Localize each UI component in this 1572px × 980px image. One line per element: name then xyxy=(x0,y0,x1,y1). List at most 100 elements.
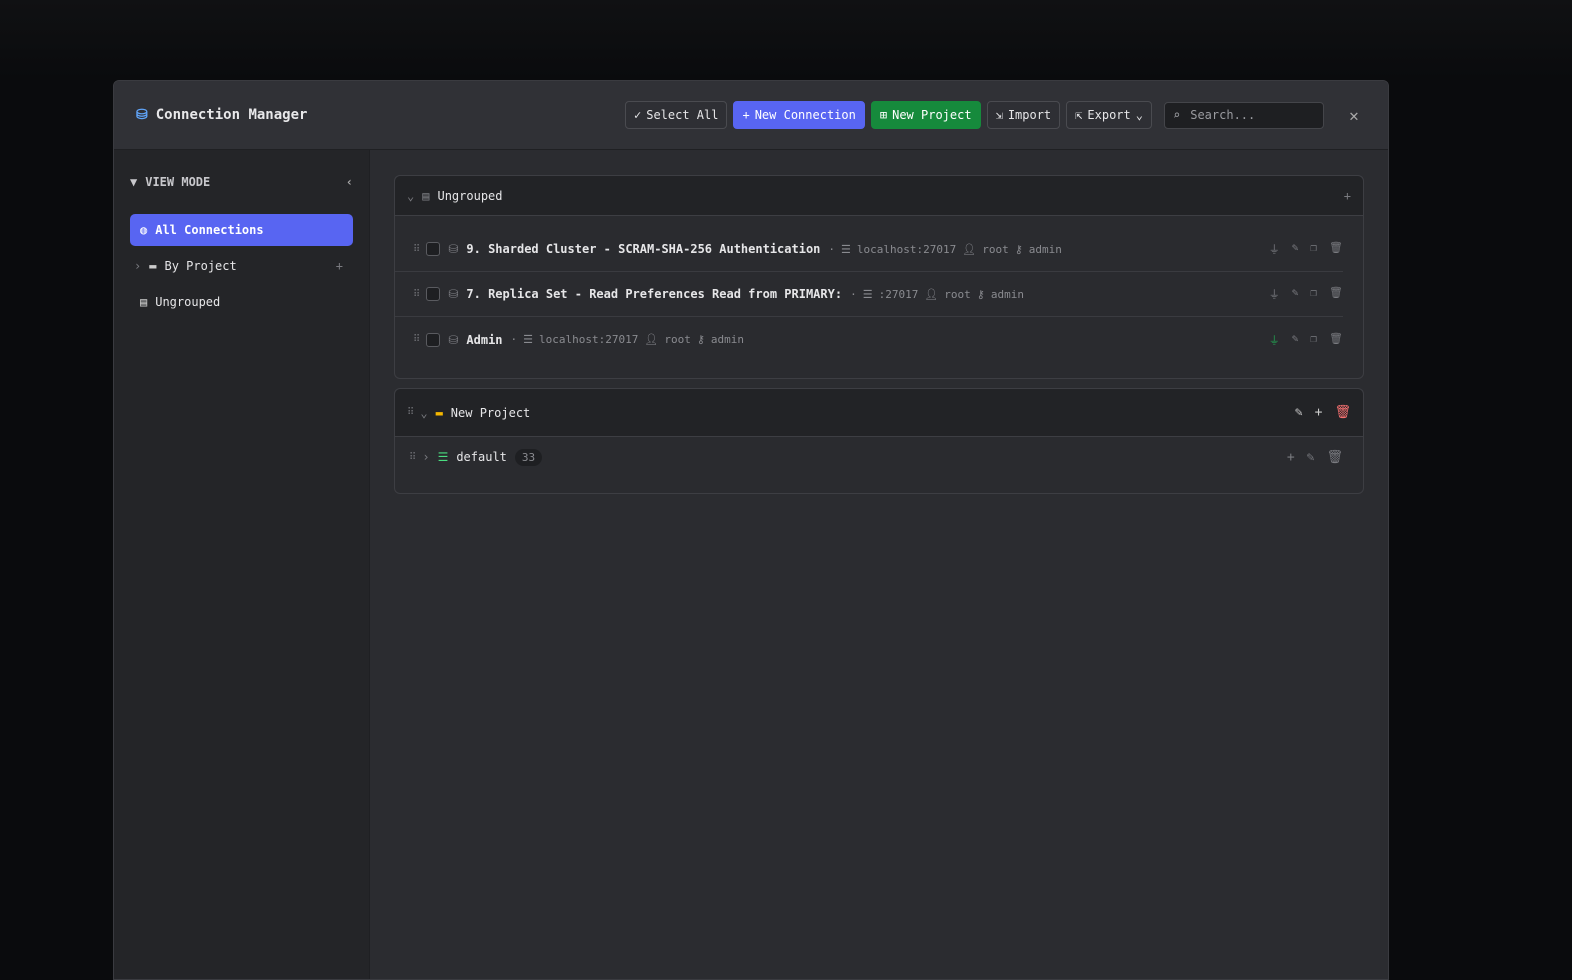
separator: · xyxy=(510,333,518,346)
sidebar-item-by-project[interactable]: › ▬ By Project + xyxy=(130,250,353,282)
select-all-button[interactable]: ✓ Select All xyxy=(624,101,728,129)
drag-handle-icon[interactable]: ⠿ xyxy=(407,407,414,418)
box-icon: ▤ xyxy=(422,188,430,203)
drag-handle-icon[interactable]: ⠿ xyxy=(413,334,420,345)
delete-project-icon[interactable]: 🗑 xyxy=(1334,405,1351,420)
import-button[interactable]: ⇲ Import xyxy=(986,101,1061,129)
search-input[interactable]: ⌕ Search... xyxy=(1164,101,1324,129)
environment-name: default xyxy=(456,450,507,464)
edit-icon[interactable]: ✎ xyxy=(1292,332,1299,348)
user-icon: 👤︎ xyxy=(924,287,939,301)
chevron-right-icon: › xyxy=(134,259,142,273)
dialog-title: Connection Manager xyxy=(155,107,308,123)
connect-plug-icon[interactable]: ⏚ xyxy=(1269,332,1280,348)
group-title: Ungrouped xyxy=(437,188,503,203)
chevron-right-icon[interactable]: › xyxy=(422,450,429,464)
connection-checkbox[interactable] xyxy=(426,332,441,347)
drag-handle-icon[interactable]: ⠿ xyxy=(413,244,420,255)
key-icon: ⚷ xyxy=(976,287,985,301)
connection-name: 9. Sharded Cluster - SCRAM-SHA-256 Authe… xyxy=(466,242,821,256)
duplicate-icon[interactable]: ❐ xyxy=(1310,286,1317,302)
connection-row[interactable]: ⠿ ⛁ 7. Replica Set - Read Preferences Read… xyxy=(395,272,1343,317)
globe-icon: ◍ xyxy=(140,223,148,237)
new-project-button[interactable]: ⊞ New Project xyxy=(870,101,981,129)
chevron-down-icon: ⌄ xyxy=(1135,108,1143,122)
new-connection-button[interactable]: + New Connection xyxy=(733,101,865,129)
close-icon[interactable]: ✕ xyxy=(1344,106,1364,125)
separator: · xyxy=(850,287,857,301)
delete-icon[interactable]: 🗑 xyxy=(1329,332,1343,348)
dialog-header: ⛁ Connection Manager ✓ Select All + New Con… xyxy=(114,81,1388,150)
environment-row[interactable]: ⠿ › ☰ default 33 + ✎ 🗑 xyxy=(395,437,1343,477)
connection-name: Admin xyxy=(466,332,503,347)
select-all-label: Select All xyxy=(646,108,719,122)
connection-auth-db: admin xyxy=(710,333,745,346)
edit-icon[interactable]: ✎ xyxy=(1292,241,1299,257)
add-icon[interactable]: + xyxy=(1287,450,1295,465)
duplicate-icon[interactable]: ❐ xyxy=(1310,241,1317,257)
folder-icon: ▬ xyxy=(149,259,157,273)
view-mode-title: VIEW MODE xyxy=(145,175,211,189)
connection-auth-db: admin xyxy=(990,287,1024,301)
drag-handle-icon[interactable]: ⠿ xyxy=(413,289,420,300)
project-title: New Project xyxy=(450,405,531,420)
folder-plus-icon: ⊞ xyxy=(879,108,888,122)
filter-icon: ▼ xyxy=(130,175,138,189)
connection-host: localhost:27017 xyxy=(539,333,639,346)
connection-count-badge: 33 xyxy=(514,448,543,466)
connection-user: root xyxy=(664,333,691,346)
key-icon: ⚷ xyxy=(1014,242,1023,256)
ungrouped-group: ⌄ ▤ Ungrouped + ⠿ ⛁ 9. Sharded Cluster - SCRA… xyxy=(394,175,1364,379)
connection-row[interactable]: ⠿ ⛁ 9. Sharded Cluster - SCRAM-SHA-256 Aut… xyxy=(395,227,1343,272)
user-icon: 👤︎ xyxy=(644,333,659,346)
edit-project-icon[interactable]: ✎ xyxy=(1295,405,1303,420)
add-project-icon[interactable]: + xyxy=(336,259,343,273)
sidebar-item-label: All Connections xyxy=(155,223,264,237)
connection-checkbox[interactable] xyxy=(426,242,441,256)
plus-icon: + xyxy=(742,108,750,122)
database-icon: ⛁ xyxy=(448,242,459,256)
check-icon: ✓ xyxy=(633,108,642,122)
delete-icon[interactable]: 🗑 xyxy=(1329,241,1343,257)
collapse-sidebar-icon[interactable]: ‹ xyxy=(346,175,353,189)
connection-manager-dialog: ⛁ Connection Manager ✓ Select All + New Con… xyxy=(113,80,1389,980)
export-button[interactable]: ⇱ Export ⌄ xyxy=(1066,101,1152,129)
connection-row[interactable]: ⠿ ⛁ Admin · ☰ localhost:27017 👤︎ root ⚷ admin ⏚ ✎ ❐ 🗑 xyxy=(395,317,1343,362)
box-icon: ▤ xyxy=(140,295,148,309)
user-icon: 👤︎ xyxy=(962,242,977,256)
sidebar-item-all-connections[interactable]: ◍ All Connections xyxy=(130,214,353,246)
chevron-down-icon[interactable]: ⌄ xyxy=(420,406,427,420)
connection-user: root xyxy=(944,287,971,301)
edit-icon[interactable]: ✎ xyxy=(1307,450,1315,465)
connect-plug-icon[interactable]: ⏚ xyxy=(1269,286,1280,302)
server-icon: ☰ xyxy=(437,450,449,464)
edit-icon[interactable]: ✎ xyxy=(1292,286,1299,302)
database-icon: ⛁ xyxy=(136,107,148,123)
add-icon[interactable]: + xyxy=(1315,405,1323,420)
separator: · xyxy=(828,242,836,256)
connection-checkbox[interactable] xyxy=(426,287,441,301)
delete-icon[interactable]: 🗑 xyxy=(1329,286,1343,302)
new-connection-label: New Connection xyxy=(754,108,856,122)
import-label: Import xyxy=(1007,108,1052,122)
server-icon: ☰ xyxy=(523,333,534,346)
delete-icon[interactable]: 🗑 xyxy=(1326,450,1343,465)
connection-name: 7. Replica Set - Read Preferences Read f… xyxy=(466,287,843,301)
export-label: Export xyxy=(1087,108,1131,122)
key-icon: ⚷ xyxy=(696,333,705,346)
add-connection-icon[interactable]: + xyxy=(1344,189,1351,203)
app-backdrop xyxy=(0,0,1572,80)
chevron-down-icon[interactable]: ⌄ xyxy=(407,189,414,203)
search-placeholder: Search... xyxy=(1190,108,1256,122)
import-icon: ⇲ xyxy=(995,108,1003,122)
sidebar-item-ungrouped[interactable]: ▤ Ungrouped xyxy=(130,286,353,318)
duplicate-icon[interactable]: ❐ xyxy=(1310,332,1317,348)
folder-icon: ▬ xyxy=(435,405,443,420)
connect-plug-icon[interactable]: ⏚ xyxy=(1269,241,1280,257)
database-icon: ⛁ xyxy=(448,287,459,301)
connection-host: :27017 xyxy=(878,287,919,301)
database-icon: ⛁ xyxy=(448,332,459,347)
drag-handle-icon[interactable]: ⠿ xyxy=(409,452,416,463)
server-icon: ☰ xyxy=(841,242,851,256)
sidebar: ▼ VIEW MODE ‹ ◍ All Connections › ▬ By Projec… xyxy=(114,150,370,979)
